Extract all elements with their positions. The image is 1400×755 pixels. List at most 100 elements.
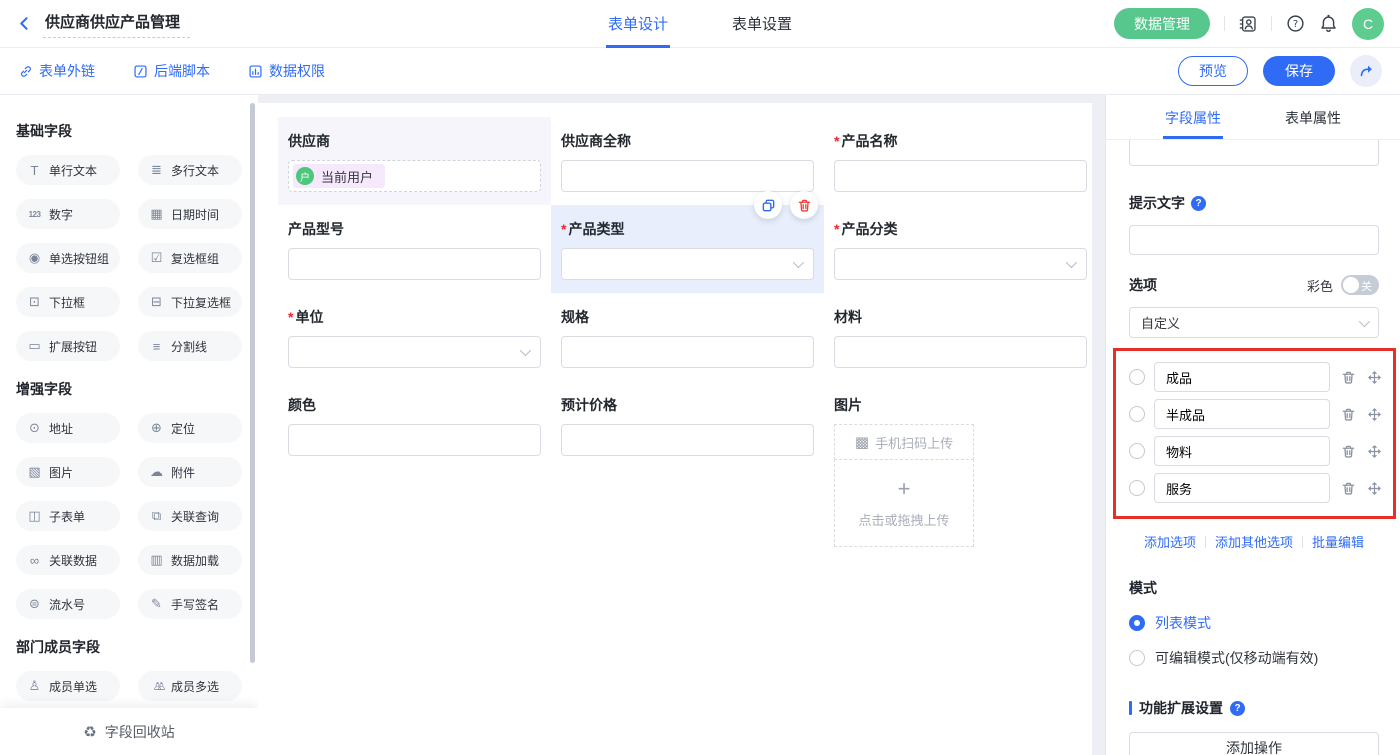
sidebar-item-multi-dropdown[interactable]: ⊟下拉复选框 (138, 287, 242, 317)
delete-option-button[interactable] (1341, 481, 1356, 496)
help-icon[interactable]: ? (1286, 14, 1305, 33)
add-option-link[interactable]: 添加选项 (1144, 532, 1196, 551)
preview-button[interactable]: 预览 (1178, 56, 1248, 86)
sidebar-scrollbar[interactable] (250, 103, 255, 663)
option-radio[interactable] (1129, 369, 1145, 385)
save-button[interactable]: 保存 (1263, 56, 1335, 86)
delete-field-button[interactable] (790, 191, 818, 219)
supplier-full-name-input[interactable] (561, 160, 814, 192)
sidebar-item-checkbox-group[interactable]: ☑复选框组 (138, 243, 242, 273)
option-text-input[interactable] (1154, 436, 1330, 466)
material-input[interactable] (834, 336, 1087, 368)
field-material[interactable]: 材料 (824, 293, 1097, 381)
sidebar-item-image[interactable]: ▧图片 (16, 457, 120, 487)
phone-scan-upload[interactable]: ▩ 手机扫码上传 (834, 424, 974, 460)
click-drag-upload[interactable]: + 点击或拖拽上传 (834, 459, 974, 547)
move-option-handle[interactable] (1367, 407, 1382, 422)
batch-edit-link[interactable]: 批量编辑 (1312, 532, 1364, 551)
hint-text-input[interactable] (1129, 225, 1379, 255)
tab-form-properties[interactable]: 表单属性 (1283, 95, 1343, 139)
sidebar-item-relation-query[interactable]: ⧉关联查询 (138, 501, 242, 531)
scan-upload-label: 手机扫码上传 (875, 433, 953, 452)
field-image-upload[interactable]: 图片 ▩ 手机扫码上传 + 点击或拖拽上传 (824, 381, 1097, 469)
sidebar-item-address[interactable]: ⊙地址 (16, 413, 120, 443)
copy-field-button[interactable] (754, 191, 782, 219)
current-user-tag[interactable]: 户 当前用户 (293, 164, 385, 188)
tab-form-settings[interactable]: 表单设置 (730, 0, 794, 48)
option-source-select[interactable]: 自定义 (1129, 307, 1379, 338)
sidebar-item-location[interactable]: ⊕定位 (138, 413, 242, 443)
sidebar-item-divider-line[interactable]: ≡分割线 (138, 331, 242, 361)
spec-input[interactable] (561, 336, 814, 368)
sidebar-item-data-loading[interactable]: ▥数据加载 (138, 545, 242, 575)
option-text-input[interactable] (1154, 473, 1330, 503)
color-input[interactable] (288, 424, 541, 456)
form-external-link[interactable]: 表单外链 (18, 61, 95, 81)
field-product-name[interactable]: *产品名称 (824, 117, 1097, 205)
page-title[interactable]: 供应商供应产品管理 (43, 9, 190, 38)
data-permission-link[interactable]: 数据权限 (248, 61, 325, 81)
mode-editable-radio[interactable]: 可编辑模式(仅移动端有效) (1129, 648, 1379, 668)
contacts-icon[interactable] (1239, 15, 1257, 33)
supplier-default-value[interactable]: 户 当前用户 (288, 160, 541, 192)
option-radio[interactable] (1129, 406, 1145, 422)
option-radio[interactable] (1129, 443, 1145, 459)
header-tabs: 表单设计 表单设置 (606, 0, 794, 48)
sidebar-item-serial-number[interactable]: ⊜流水号 (16, 589, 120, 619)
delete-option-button[interactable] (1341, 444, 1356, 459)
tab-form-design[interactable]: 表单设计 (606, 0, 670, 48)
notification-bell-icon[interactable] (1319, 14, 1338, 33)
add-other-option-link[interactable]: 添加其他选项 (1215, 532, 1293, 551)
price-input[interactable] (561, 424, 814, 456)
back-button[interactable] (16, 15, 33, 32)
field-recycle-bin[interactable]: ♻ 字段回收站 (0, 708, 258, 755)
field-color[interactable]: 颜色 (278, 381, 551, 469)
sidebar-item-signature[interactable]: ✎手写签名 (138, 589, 242, 619)
option-radio[interactable] (1129, 480, 1145, 496)
move-option-handle[interactable] (1367, 444, 1382, 459)
field-unit[interactable]: *单位 (278, 293, 551, 381)
sidebar-item-member-multi[interactable]: ♙♙成员多选 (138, 671, 242, 701)
field-label: 供应商 (288, 131, 541, 151)
sidebar-item-single-line-text[interactable]: T单行文本 (16, 155, 120, 185)
product-model-input[interactable] (288, 248, 541, 280)
sidebar-item-member-single[interactable]: ♙成员单选 (16, 671, 120, 701)
sidebar-item-multi-line-text[interactable]: ≣多行文本 (138, 155, 242, 185)
sidebar-item-relation-data[interactable]: ∞关联数据 (16, 545, 120, 575)
color-toggle[interactable]: 关 (1341, 275, 1379, 295)
data-manage-button[interactable]: 数据管理 (1114, 8, 1210, 39)
hint-help-icon[interactable]: ? (1191, 196, 1206, 211)
add-action-button[interactable]: 添加操作 (1129, 732, 1379, 755)
sidebar-item-attachment[interactable]: ☁附件 (138, 457, 242, 487)
product-name-input[interactable] (834, 160, 1087, 192)
field-price[interactable]: 预计价格 (551, 381, 824, 469)
delete-option-button[interactable] (1341, 370, 1356, 385)
sidebar-item-datetime[interactable]: ▦日期时间 (138, 199, 242, 229)
share-button[interactable] (1350, 55, 1382, 87)
sidebar-item-subform[interactable]: ◫子表单 (16, 501, 120, 531)
move-option-handle[interactable] (1367, 481, 1382, 496)
field-product-category[interactable]: *产品分类 (824, 205, 1097, 293)
product-category-select[interactable] (834, 248, 1087, 280)
sidebar-item-extend-button[interactable]: ▭扩展按钮 (16, 331, 120, 361)
panel-partial-input[interactable] (1129, 140, 1379, 166)
extension-help-icon[interactable]: ? (1230, 701, 1245, 716)
sidebar-item-dropdown[interactable]: ⊡下拉框 (16, 287, 120, 317)
option-text-input[interactable] (1154, 362, 1330, 392)
option-text-input[interactable] (1154, 399, 1330, 429)
field-spec[interactable]: 规格 (551, 293, 824, 381)
tab-field-properties[interactable]: 字段属性 (1163, 95, 1223, 139)
product-type-select[interactable] (561, 248, 814, 280)
sidebar-item-number[interactable]: 123数字 (16, 199, 120, 229)
sidebar-item-radio-group[interactable]: ◉单选按钮组 (16, 243, 120, 273)
mode-list-radio[interactable]: 列表模式 (1129, 613, 1379, 633)
field-product-type-selected[interactable]: *产品类型 (551, 205, 824, 293)
field-product-model[interactable]: 产品型号 (278, 205, 551, 293)
top-header: 供应商供应产品管理 表单设计 表单设置 数据管理 ? (0, 0, 1400, 48)
unit-select[interactable] (288, 336, 541, 368)
move-option-handle[interactable] (1367, 370, 1382, 385)
backend-script-link[interactable]: 后端脚本 (133, 61, 210, 81)
field-supplier[interactable]: 供应商 户 当前用户 (278, 117, 551, 205)
user-avatar[interactable]: C (1352, 8, 1384, 40)
delete-option-button[interactable] (1341, 407, 1356, 422)
